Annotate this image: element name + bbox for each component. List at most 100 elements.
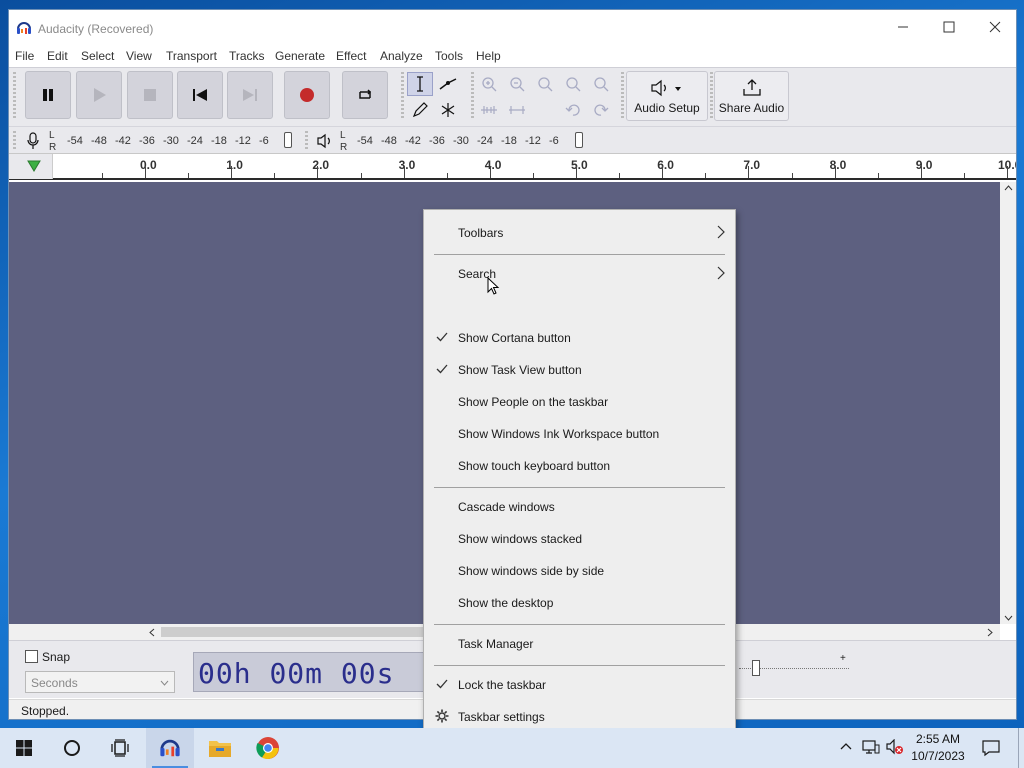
scroll-up-icon[interactable] xyxy=(1004,185,1013,191)
file-explorer-icon xyxy=(209,741,231,757)
zoom-toggle-button[interactable] xyxy=(588,72,614,96)
menu-edit[interactable]: Edit xyxy=(47,49,68,63)
multi-tool[interactable] xyxy=(435,98,461,122)
menu-help[interactable]: Help xyxy=(476,49,501,63)
ruler-major-tick xyxy=(662,166,664,178)
toolbar-grip[interactable] xyxy=(621,72,624,120)
selection-tool[interactable] xyxy=(407,72,433,96)
toolbar-grip[interactable] xyxy=(471,72,474,120)
taskbar-file-explorer[interactable] xyxy=(196,728,244,768)
scroll-right-icon[interactable] xyxy=(987,628,993,637)
menu-item-cascade-windows[interactable]: Cascade windows xyxy=(424,494,735,522)
menu-item-show-cortana[interactable]: Show Cortana button xyxy=(424,325,735,353)
menu-generate[interactable]: Generate xyxy=(275,49,325,63)
menu-item-side-by-side[interactable]: Show windows side by side xyxy=(424,558,735,586)
zoom-in-button[interactable] xyxy=(476,72,502,96)
record-meter-slider[interactable] xyxy=(284,132,292,148)
snap-unit-select[interactable]: Seconds xyxy=(25,671,175,693)
ruler-minor-tick xyxy=(188,173,190,178)
minimize-button[interactable] xyxy=(880,10,926,44)
record-button[interactable] xyxy=(284,71,330,119)
time-display[interactable]: 00h 00m 00s xyxy=(193,652,425,692)
ruler-label: 0.0 xyxy=(140,158,157,172)
menu-item-show-people[interactable]: Show People on the taskbar xyxy=(424,389,735,417)
record-tick-label: -30 xyxy=(163,135,179,147)
scroll-left-icon[interactable] xyxy=(149,628,155,637)
menu-view[interactable]: View xyxy=(126,49,152,63)
draw-tool[interactable] xyxy=(407,98,433,122)
taskbar-audacity[interactable] xyxy=(146,728,194,768)
timeline-ruler[interactable]: 0.01.02.03.04.05.06.07.08.09.010.0 xyxy=(9,153,1016,180)
menu-item-show-desktop[interactable]: Show the desktop xyxy=(424,590,735,618)
silence-button[interactable] xyxy=(504,98,530,122)
play-head-triangle-icon[interactable] xyxy=(27,160,41,172)
task-view-button[interactable] xyxy=(96,728,144,768)
playback-meter-slider[interactable] xyxy=(575,132,583,148)
loop-button[interactable] xyxy=(342,71,388,119)
toolbar-grip[interactable] xyxy=(305,131,308,151)
volume-muted-icon[interactable] xyxy=(886,739,904,755)
share-audio-button[interactable]: Share Audio xyxy=(714,71,789,121)
play-tick-label: -36 xyxy=(429,135,445,147)
chevron-down-icon xyxy=(160,680,169,686)
playback-speed-thumb[interactable] xyxy=(752,660,760,676)
menu-effect[interactable]: Effect xyxy=(336,49,366,63)
zoom-fit-icon xyxy=(566,77,581,92)
skip-to-start-button[interactable] xyxy=(177,71,223,119)
notifications-icon[interactable] xyxy=(982,739,1000,757)
show-hidden-icons-chevron-icon[interactable] xyxy=(840,742,852,750)
checkmark-icon xyxy=(436,332,448,342)
fit-selection-button[interactable] xyxy=(532,72,558,96)
maximize-button[interactable] xyxy=(926,10,972,44)
menu-analyze[interactable]: Analyze xyxy=(380,49,423,63)
menu-item-lock-taskbar[interactable]: Lock the taskbar xyxy=(424,672,735,700)
menu-transport[interactable]: Transport xyxy=(166,49,217,63)
menu-item-show-task-view[interactable]: Show Task View button xyxy=(424,357,735,385)
system-clock[interactable]: 2:55 AM 10/7/2023 xyxy=(905,731,971,765)
menu-item-show-ink-workspace[interactable]: Show Windows Ink Workspace button xyxy=(424,421,735,449)
network-icon[interactable] xyxy=(862,739,880,755)
taskbar-chrome[interactable] xyxy=(244,728,292,768)
title-bar[interactable]: Audacity (Recovered) xyxy=(9,10,1016,44)
menu-tracks[interactable]: Tracks xyxy=(229,49,265,63)
menu-tools[interactable]: Tools xyxy=(435,49,463,63)
envelope-tool[interactable] xyxy=(435,72,461,96)
fit-project-button[interactable] xyxy=(560,72,586,96)
play-button[interactable] xyxy=(76,71,122,119)
ruler-minor-tick xyxy=(877,173,879,178)
audio-setup-button[interactable]: Audio Setup xyxy=(626,71,708,121)
menu-select[interactable]: Select xyxy=(81,49,114,63)
toolbar-grip[interactable] xyxy=(710,72,713,120)
ruler-minor-tick xyxy=(446,173,448,178)
microphone-icon[interactable] xyxy=(27,132,39,150)
redo-button[interactable] xyxy=(588,98,614,122)
zoom-out-button[interactable] xyxy=(504,72,530,96)
gear-icon xyxy=(435,709,449,723)
snap-checkbox[interactable] xyxy=(25,650,38,663)
start-button[interactable] xyxy=(0,728,48,768)
menu-item-show-touch-keyboard[interactable]: Show touch keyboard button xyxy=(424,453,735,481)
menu-item-search[interactable]: Search xyxy=(424,261,735,289)
show-desktop-button[interactable] xyxy=(1018,728,1024,768)
ruler-label: 8.0 xyxy=(829,158,847,172)
stop-button[interactable] xyxy=(127,71,173,119)
menu-item-windows-stacked[interactable]: Show windows stacked xyxy=(424,526,735,554)
menu-item-task-manager[interactable]: Task Manager xyxy=(424,631,735,659)
toolbar-grip[interactable] xyxy=(13,72,16,120)
undo-button[interactable] xyxy=(560,98,586,122)
speaker-icon[interactable] xyxy=(316,133,334,149)
menu-item-toolbars[interactable]: Toolbars xyxy=(424,220,735,248)
toolbar-grip[interactable] xyxy=(13,131,16,151)
close-button[interactable] xyxy=(972,10,1016,44)
pause-button[interactable] xyxy=(25,71,71,119)
toolbar-area: Audio Setup Share Audio L R -54 -48 -42 -36… xyxy=(9,67,1016,154)
vertical-scrollbar[interactable] xyxy=(1000,182,1016,624)
menu-file[interactable]: File xyxy=(15,49,34,63)
skip-to-end-button[interactable] xyxy=(227,71,273,119)
scroll-down-icon[interactable] xyxy=(1004,615,1013,621)
trim-button[interactable] xyxy=(476,98,502,122)
horizontal-scroll-thumb[interactable] xyxy=(161,627,423,637)
toolbar-grip[interactable] xyxy=(401,72,404,120)
menu-item-label: Task Manager xyxy=(458,637,534,651)
cortana-search-button[interactable] xyxy=(48,728,96,768)
